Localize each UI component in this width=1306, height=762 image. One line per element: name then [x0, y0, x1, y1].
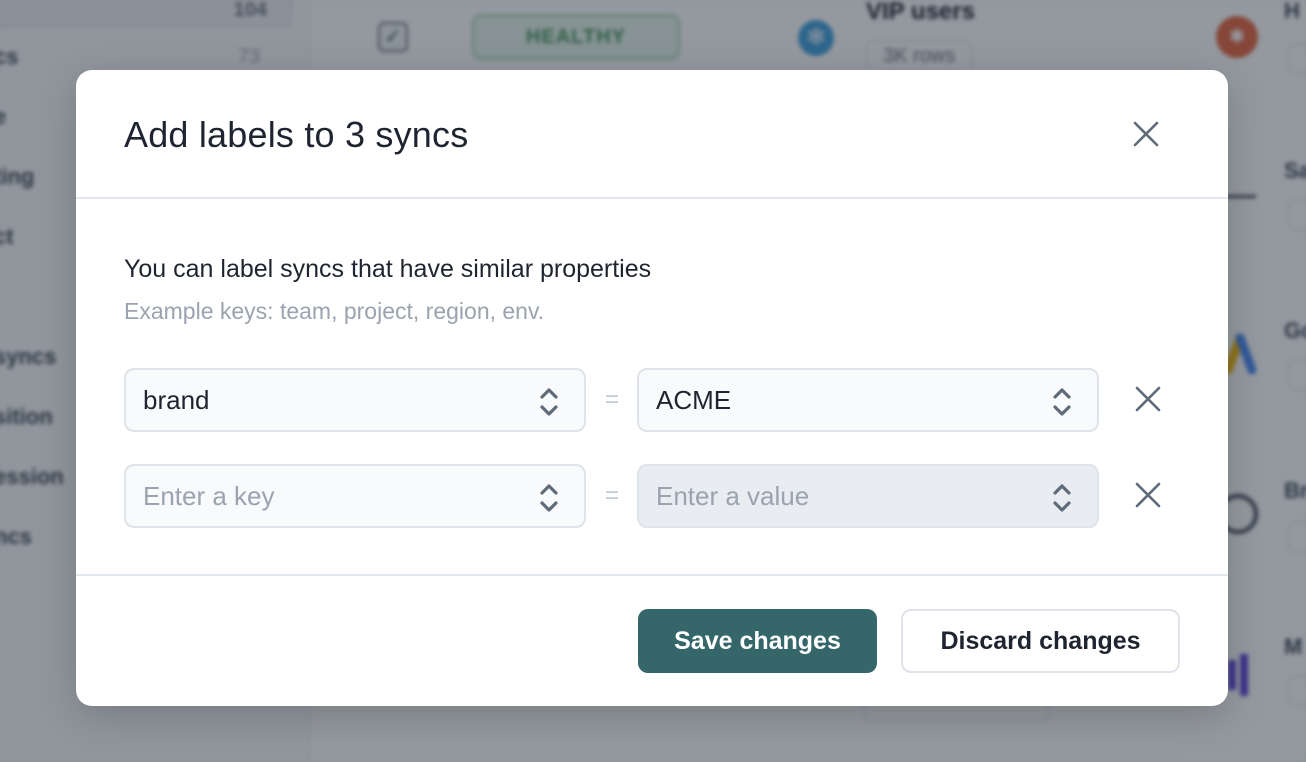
value-select-placeholder: Enter a value [656, 480, 810, 511]
close-button[interactable] [1128, 116, 1164, 152]
remove-label-button[interactable] [1130, 477, 1166, 513]
chevron-up-down-icon [540, 388, 558, 416]
key-select[interactable]: brand [124, 368, 586, 432]
label-row: brand = ACME [124, 368, 1168, 432]
modal-body: You can label syncs that have similar pr… [76, 199, 1228, 576]
close-icon [1135, 386, 1161, 412]
chevron-up-down-icon [1053, 388, 1071, 416]
save-changes-button[interactable]: Save changes [638, 609, 877, 673]
value-select[interactable]: ACME [637, 368, 1099, 432]
equals-sign: = [604, 386, 619, 413]
close-icon [1135, 482, 1161, 508]
value-select-value: ACME [656, 384, 732, 415]
modal-title: Add labels to 3 syncs [124, 114, 469, 155]
remove-label-button[interactable] [1130, 381, 1166, 417]
equals-sign: = [604, 482, 619, 509]
close-icon [1133, 121, 1159, 147]
key-select-value: brand [143, 384, 210, 415]
modal-header: Add labels to 3 syncs [76, 70, 1228, 199]
label-row: Enter a key = Enter a value [124, 464, 1168, 528]
key-select-placeholder: Enter a key [143, 480, 275, 511]
chevron-up-down-icon [540, 484, 558, 512]
body-subheading: Example keys: team, project, region, env… [124, 298, 545, 324]
key-select[interactable]: Enter a key [124, 464, 586, 528]
chevron-up-down-icon [1053, 484, 1071, 512]
value-select[interactable]: Enter a value [637, 464, 1099, 528]
discard-changes-button[interactable]: Discard changes [901, 609, 1180, 673]
modal-footer: Save changes Discard changes [76, 576, 1228, 704]
body-heading: You can label syncs that have similar pr… [124, 255, 652, 283]
add-labels-modal: Add labels to 3 syncs You can label sync… [76, 70, 1228, 706]
